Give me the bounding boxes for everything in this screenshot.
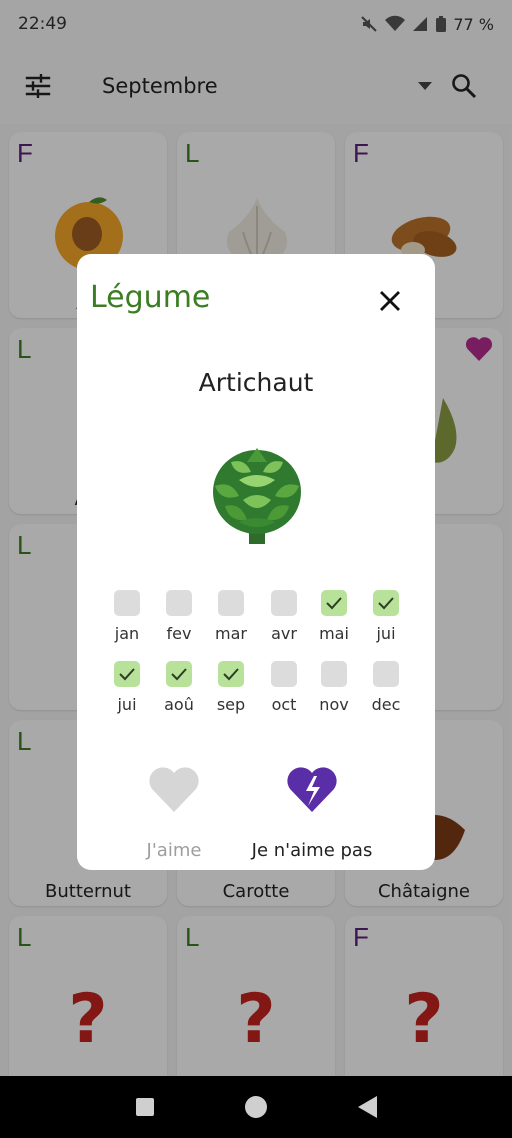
month-checkbox	[166, 590, 192, 616]
close-button[interactable]	[373, 284, 407, 318]
like-label: J'aime	[146, 840, 202, 861]
recents-button[interactable]	[127, 1089, 163, 1125]
month-label: nov	[319, 695, 349, 714]
month-checkbox	[166, 661, 192, 687]
month-checkbox	[373, 590, 399, 616]
square-icon	[136, 1098, 155, 1116]
month-label: mar	[215, 624, 247, 643]
month-checkbox	[271, 590, 297, 616]
month-item: avr	[258, 590, 310, 643]
month-item: oct	[258, 661, 310, 714]
month-checkbox	[321, 590, 347, 616]
month-item: mar	[205, 590, 257, 643]
month-label: aoû	[164, 695, 194, 714]
month-label: jui	[117, 695, 137, 714]
month-label: dec	[371, 695, 401, 714]
circle-icon	[244, 1096, 267, 1118]
month-label: fev	[166, 624, 192, 643]
check-icon	[119, 668, 135, 681]
month-item: fev	[153, 590, 205, 643]
month-checkbox	[218, 661, 244, 687]
month-item: jan	[101, 590, 153, 643]
month-item: mai	[308, 590, 360, 643]
month-label: jan	[114, 624, 140, 643]
check-icon	[223, 668, 239, 681]
close-icon	[380, 291, 400, 311]
vegetable-name: Artichaut	[198, 368, 314, 397]
check-icon	[171, 668, 187, 681]
month-item: aoû	[153, 661, 205, 714]
month-item: sep	[205, 661, 257, 714]
vegetable-detail-dialog: Légume Artichaut jan fev mar avr mai jui jui ao…	[77, 254, 435, 870]
month-item: dec	[360, 661, 412, 714]
broken-heart-icon	[287, 767, 337, 812]
dislike-button[interactable]: Je n'aime pas	[247, 766, 377, 861]
dialog-title: Légume	[90, 280, 211, 315]
like-button[interactable]: J'aime	[129, 766, 219, 861]
month-checkbox	[218, 590, 244, 616]
month-checkbox	[114, 590, 140, 616]
heart-icon	[149, 767, 199, 812]
month-checkbox	[114, 661, 140, 687]
artichoke-image	[213, 448, 301, 544]
month-item: jui	[360, 590, 412, 643]
month-label: sep	[216, 695, 246, 714]
month-checkbox	[271, 661, 297, 687]
month-label: mai	[319, 624, 349, 643]
month-item: jui	[101, 661, 153, 714]
home-button[interactable]	[238, 1089, 274, 1125]
month-label: avr	[271, 624, 297, 643]
check-icon	[378, 597, 394, 610]
check-icon	[326, 597, 342, 610]
month-item: nov	[308, 661, 360, 714]
month-label: jui	[376, 624, 396, 643]
triangle-back-icon	[357, 1096, 377, 1118]
month-checkbox	[373, 661, 399, 687]
system-nav-bar	[0, 1076, 512, 1138]
month-checkbox	[321, 661, 347, 687]
dislike-label: Je n'aime pas	[251, 840, 373, 861]
back-button[interactable]	[349, 1089, 385, 1125]
month-label: oct	[271, 695, 297, 714]
